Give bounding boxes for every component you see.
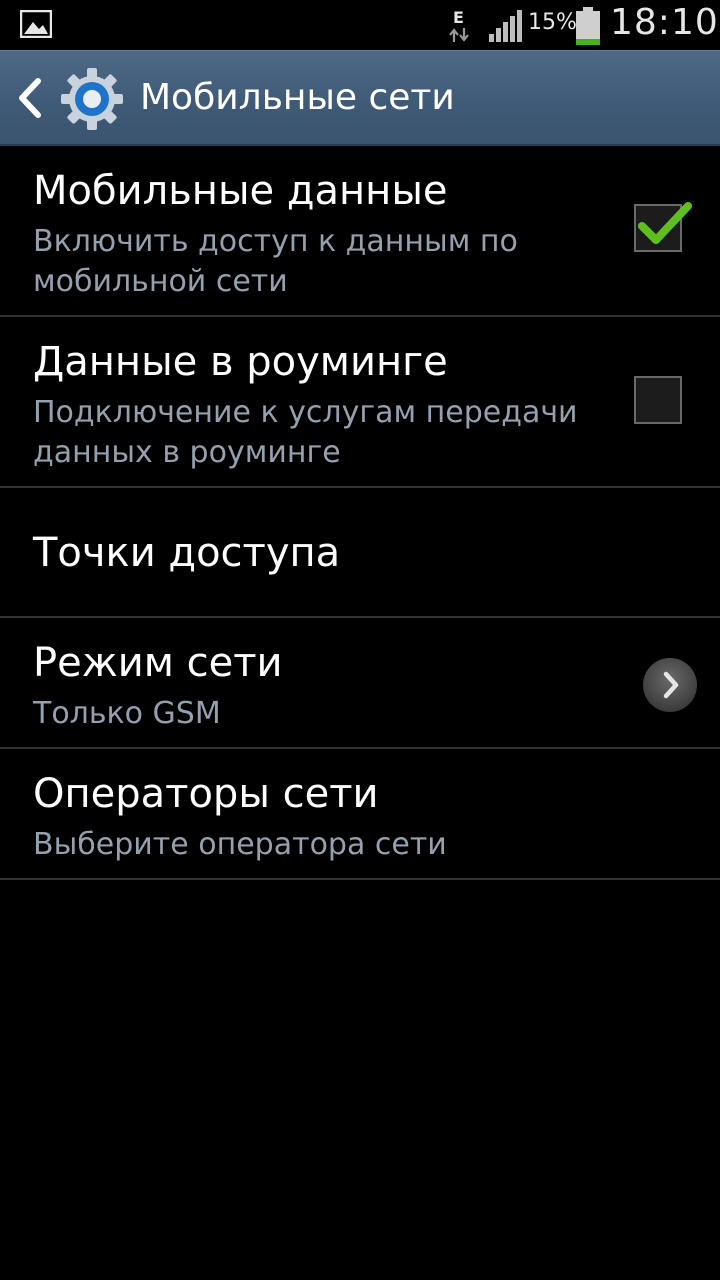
data-roaming-checkbox[interactable] [634, 376, 682, 424]
setting-summary: Подключение к услугам передачи данных в … [33, 395, 578, 470]
setting-title: Данные в роуминге [33, 339, 448, 385]
battery-percent: 15% [528, 10, 577, 35]
back-arrow-icon[interactable] [12, 73, 46, 123]
network-activity-icon: E [446, 8, 472, 44]
setting-summary: Выберите оператора сети [33, 827, 447, 862]
mobile-data-checkbox[interactable] [634, 202, 692, 252]
setting-title: Точки доступа [33, 530, 341, 576]
setting-network-operators[interactable]: Операторы сети Выберите оператора сети [0, 749, 720, 880]
signal-icon [489, 10, 522, 42]
page-title: Мобильные сети [140, 77, 455, 118]
setting-mobile-data[interactable]: Мобильные данные Включить доступ к данны… [0, 146, 720, 317]
setting-title: Мобильные данные [33, 168, 448, 214]
setting-data-roaming[interactable]: Данные в роуминге Подключение к услугам … [0, 317, 720, 488]
chevron-right-icon [663, 671, 679, 699]
setting-summary: Включить доступ к данным по мобильной се… [33, 224, 518, 299]
settings-list: Мобильные данные Включить доступ к данны… [0, 146, 720, 880]
settings-gear-icon [61, 68, 123, 130]
setting-title: Операторы сети [33, 771, 379, 817]
action-bar: Мобильные сети [0, 50, 720, 146]
setting-summary: Только GSM [33, 696, 221, 731]
gallery-icon [20, 10, 52, 38]
setting-network-mode[interactable]: Режим сети Только GSM [0, 618, 720, 749]
network-mode-chevron-button[interactable] [643, 658, 697, 712]
clock: 18:10 [610, 2, 719, 43]
network-type-label: E [453, 8, 464, 27]
battery-icon [576, 7, 600, 45]
status-bar: E 15% 18:10 [0, 0, 720, 50]
setting-access-points[interactable]: Точки доступа [0, 488, 720, 618]
checkmark-icon [638, 202, 692, 244]
setting-title: Режим сети [33, 640, 283, 686]
